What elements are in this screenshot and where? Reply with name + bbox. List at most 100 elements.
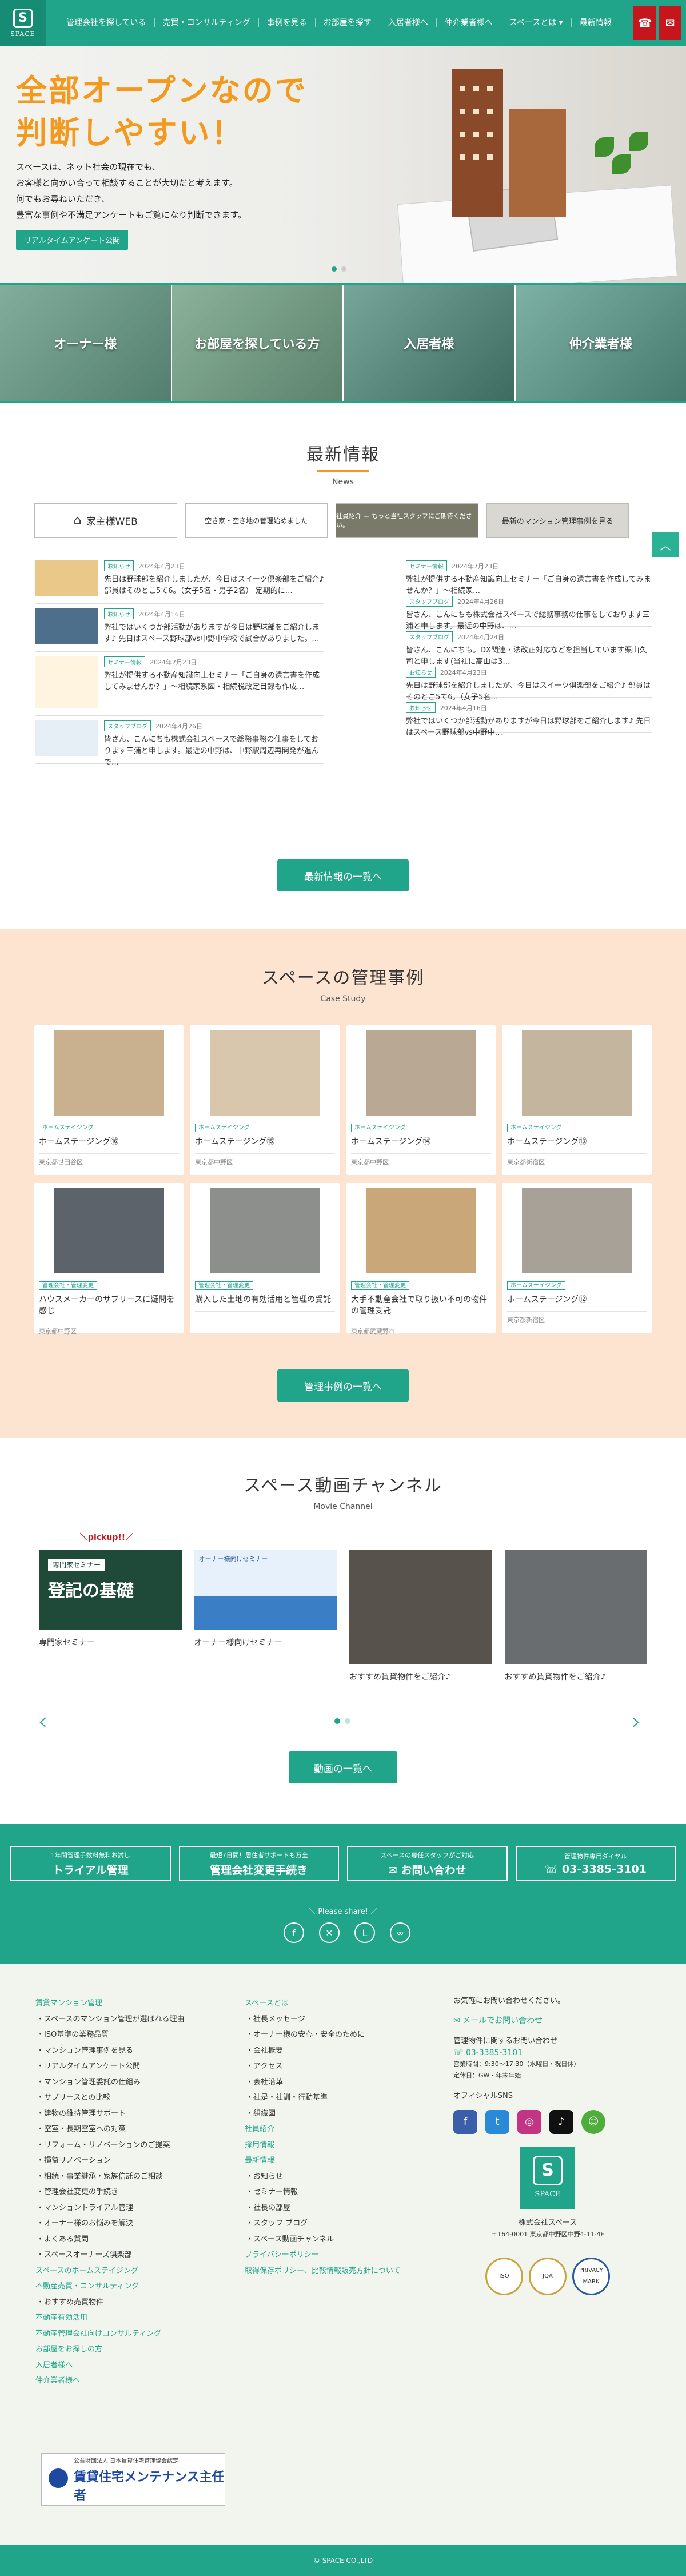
phone-button[interactable]: 管理物件専用ダイヤル ☏ 03-3385-3101 bbox=[515, 1846, 676, 1881]
twitter-icon[interactable]: t bbox=[485, 2110, 509, 2134]
nav-item-brokers[interactable]: 仲介業者様へ bbox=[437, 18, 501, 27]
cases-more-button[interactable]: 管理事例の一覧へ bbox=[277, 1369, 409, 1402]
movie-item[interactable]: 専門家セミナー 登記の基礎 専門家セミナー bbox=[39, 1550, 182, 1682]
mail-link[interactable]: ✉ メールでお問い合わせ bbox=[453, 2015, 642, 2026]
nav-item-rooms[interactable]: お部屋を探す bbox=[316, 18, 380, 27]
footer-sub-link[interactable]: よくある質問 bbox=[35, 2232, 184, 2248]
dial-link[interactable]: ☏ 03-3385-3101 bbox=[453, 2047, 642, 2059]
footer-heading-link[interactable]: スペースとは bbox=[245, 1996, 400, 2012]
case-card[interactable]: ホームステイジング ホームステージング⑭ 東京都中野区 bbox=[346, 1025, 496, 1175]
movies-more-button[interactable]: 動画の一覧へ bbox=[289, 1751, 397, 1783]
audience-room-seeker[interactable]: お部屋を探している方 bbox=[172, 285, 344, 401]
footer-sub-link[interactable]: マンショントライアル管理 bbox=[35, 2200, 184, 2216]
certification-banner[interactable]: 公益財団法人 日本賃貸住宅管理協会認定 賃貸住宅メンテナンス主任者 bbox=[41, 2453, 225, 2506]
facebook-icon[interactable]: f bbox=[284, 1922, 304, 1943]
footer-sub-link[interactable]: 管理会社変更の手続き bbox=[35, 2184, 184, 2200]
footer-sub-link[interactable]: 損益リノベーション bbox=[35, 2153, 184, 2169]
slider-dot[interactable] bbox=[341, 266, 346, 272]
news-item[interactable]: セミナー情報 2024年7月23日 弊社が提供する不動産知識向上セミナー「ご自身の遺… bbox=[406, 556, 652, 595]
slider-dot[interactable] bbox=[334, 1718, 340, 1724]
case-card[interactable]: ホームステイジング ホームステージング⑫ 東京都新宿区 bbox=[502, 1183, 652, 1333]
footer-heading-link[interactable]: 採用情報 bbox=[245, 2137, 400, 2153]
nav-item-find-manager[interactable]: 管理会社を探している bbox=[58, 18, 155, 27]
footer-sub-link[interactable]: スペース動画チャンネル bbox=[245, 2232, 400, 2248]
footer-sub-link[interactable]: スペースオーナーズ倶楽部 bbox=[35, 2247, 184, 2263]
footer-sub-link[interactable]: 会社沿革 bbox=[245, 2075, 400, 2091]
footer-sub-link[interactable]: サブリースとの比較 bbox=[35, 2090, 184, 2106]
footer-sub-link[interactable]: スペースのマンション管理が選ばれる理由 bbox=[35, 2012, 184, 2028]
footer-heading-link[interactable]: プライバシーポリシー bbox=[245, 2247, 400, 2263]
footer-heading-link[interactable]: 不動産管理会社向けコンサルティング bbox=[35, 2326, 184, 2342]
footer-heading-link[interactable]: 仲介業者様へ bbox=[35, 2373, 184, 2389]
banner-owner-web[interactable]: ⌂ 家主様WEB bbox=[34, 503, 177, 538]
banner-vacant-house[interactable]: 空き家・空き地の管理始めました bbox=[185, 503, 328, 538]
footer-sub-link[interactable]: 組織図 bbox=[245, 2106, 400, 2122]
instagram-icon[interactable]: ◎ bbox=[517, 2110, 541, 2134]
facebook-icon[interactable]: f bbox=[453, 2110, 477, 2134]
footer-sub-link[interactable]: マンション管理委託の仕組み bbox=[35, 2075, 184, 2091]
movie-item[interactable]: オーナー様向けセミナー オーナー様向けセミナー bbox=[194, 1550, 337, 1682]
nav-item-news[interactable]: 最新情報 bbox=[572, 18, 620, 27]
nav-item-cases[interactable]: 事例を見る bbox=[259, 18, 316, 27]
footer-sub-link[interactable]: マンション管理事例を見る bbox=[35, 2043, 184, 2059]
footer-sub-link[interactable]: リフォーム・リノベーションのご提案 bbox=[35, 2137, 184, 2153]
audience-broker[interactable]: 仲介業者様 bbox=[515, 285, 686, 401]
footer-sub-link[interactable]: 空室・長期空室への対策 bbox=[35, 2121, 184, 2137]
footer-sub-link[interactable]: お知らせ bbox=[245, 2169, 400, 2185]
footer-heading-link[interactable]: お部屋をお探しの方 bbox=[35, 2342, 184, 2358]
case-card[interactable]: ホームステイジング ホームステージング⑯ 東京都世田谷区 bbox=[34, 1025, 184, 1175]
footer-heading-link[interactable]: 賃貸マンション管理 bbox=[35, 1996, 184, 2012]
audience-tenant[interactable]: 入居者様 bbox=[344, 285, 516, 401]
news-item[interactable]: お知らせ 2024年4月23日 先日は野球部を紹介しましたが、今日はスイーツ倶楽部… bbox=[35, 556, 324, 604]
case-card[interactable]: ホームステイジング ホームステージング⑮ 東京都中野区 bbox=[190, 1025, 340, 1175]
scroll-top-chevron-icon[interactable]: ︿ bbox=[652, 532, 679, 557]
site-logo[interactable]: S SPACE bbox=[0, 0, 46, 46]
footer-heading-link[interactable]: 不動産売買・コンサルティング bbox=[35, 2279, 184, 2295]
footer-sub-link[interactable]: 社長の部屋 bbox=[245, 2200, 400, 2216]
case-card[interactable]: 管理会社・管理変更 大手不動産会社で取り扱い不可の物件の管理受託 東京都武蔵野市 bbox=[346, 1183, 496, 1335]
nav-item-trading[interactable]: 売買・コンサルティング bbox=[155, 18, 259, 27]
movie-item[interactable]: おすすめ賃貸物件をご紹介♪ bbox=[349, 1550, 492, 1682]
news-item[interactable]: スタッフブログ 2024年4月24日 皆さん、こんにちも。DX関連・法改正対応などを… bbox=[406, 627, 652, 666]
news-item[interactable]: お知らせ 2024年4月16日 弊社ではいくつか部活動がありますが今日は野球部をご… bbox=[35, 604, 324, 652]
banner-mansion-cases[interactable]: 最新のマンション管理事例を見る bbox=[486, 503, 629, 538]
movie-item[interactable]: おすすめ賃貸物件をご紹介♪ bbox=[504, 1550, 647, 1682]
footer-sub-link[interactable]: セミナー情報 bbox=[245, 2184, 400, 2200]
footer-heading-link[interactable]: スペースのホームステイジング bbox=[35, 2263, 184, 2279]
footer-heading-link[interactable]: 不動産有効活用 bbox=[35, 2310, 184, 2326]
footer-sub-link[interactable]: オーナー様のお悩みを解決 bbox=[35, 2216, 184, 2232]
footer-sub-link[interactable]: おすすめ売買物件 bbox=[35, 2295, 184, 2311]
slider-dot[interactable] bbox=[332, 266, 337, 272]
footer-heading-link[interactable]: 最新情報 bbox=[245, 2153, 400, 2169]
slider-dot[interactable] bbox=[345, 1718, 350, 1724]
news-item[interactable]: セミナー情報 2024年7月23日 弊社が提供する不動産知識向上セミナー「ご自身の… bbox=[35, 652, 324, 716]
footer-heading-link[interactable]: 入居者様へ bbox=[35, 2358, 184, 2374]
x-icon[interactable]: ✕ bbox=[319, 1922, 340, 1943]
news-item[interactable]: お知らせ 2024年4月16日 弊社ではいくつか部活動がありますが今日は野球部をご紹… bbox=[406, 698, 652, 737]
nav-item-tenants[interactable]: 入居者様へ bbox=[380, 18, 437, 27]
inquiry-button[interactable]: スペースの専任スタッフがご対応 ✉ お問い合わせ bbox=[347, 1846, 508, 1881]
news-more-button[interactable]: 最新情報の一覧へ bbox=[277, 859, 409, 891]
mascot-icon[interactable]: ☺ bbox=[581, 2110, 605, 2134]
footer-sub-link[interactable]: 建物の維持管理サポート bbox=[35, 2106, 184, 2122]
tiktok-icon[interactable]: ♪ bbox=[549, 2110, 573, 2134]
trial-button[interactable]: 1年間管理手数料無料お試し トライアル管理 bbox=[10, 1846, 171, 1881]
mail-icon[interactable]: ✉ bbox=[659, 6, 681, 40]
footer-sub-link[interactable]: オーナー様の安心・安全のために bbox=[245, 2027, 400, 2043]
footer-sub-link[interactable]: 社長メッセージ bbox=[245, 2012, 400, 2028]
case-card[interactable]: ホームステイジング ホームステージング⑬ 東京都新宿区 bbox=[502, 1025, 652, 1175]
chevron-left-icon[interactable]: ‹ bbox=[38, 1707, 48, 1736]
footer-sub-link[interactable]: 相続・事業継承・家族信託のご相談 bbox=[35, 2169, 184, 2185]
audience-owner[interactable]: オーナー様 bbox=[0, 285, 172, 401]
case-card[interactable]: 管理会社・管理変更 ハウスメーカーのサブリースに疑問を感じ 東京都中野区 bbox=[34, 1183, 184, 1335]
line-icon[interactable]: L bbox=[354, 1922, 375, 1943]
footer-heading-link[interactable]: 取得保存ポリシー、比較情報販売方針について bbox=[245, 2263, 400, 2279]
nav-item-about[interactable]: スペースとは ▾ bbox=[501, 18, 572, 27]
chevron-right-icon[interactable]: › bbox=[631, 1707, 641, 1736]
footer-heading-link[interactable]: 社員紹介 bbox=[245, 2121, 400, 2137]
footer-sub-link[interactable]: ISO基準の業務品質 bbox=[35, 2027, 184, 2043]
hero-cta-button[interactable]: リアルタイムアンケート公開 bbox=[16, 230, 129, 250]
footer-sub-link[interactable]: スタッフ ブログ bbox=[245, 2216, 400, 2232]
news-item[interactable]: スタッフブログ 2024年4月26日 皆さん、こんにちも株式会社スペースで総務事務… bbox=[35, 716, 324, 767]
banner-staff[interactable]: 社員紹介 — もっと当社スタッフにご期待ください。 bbox=[336, 503, 478, 538]
